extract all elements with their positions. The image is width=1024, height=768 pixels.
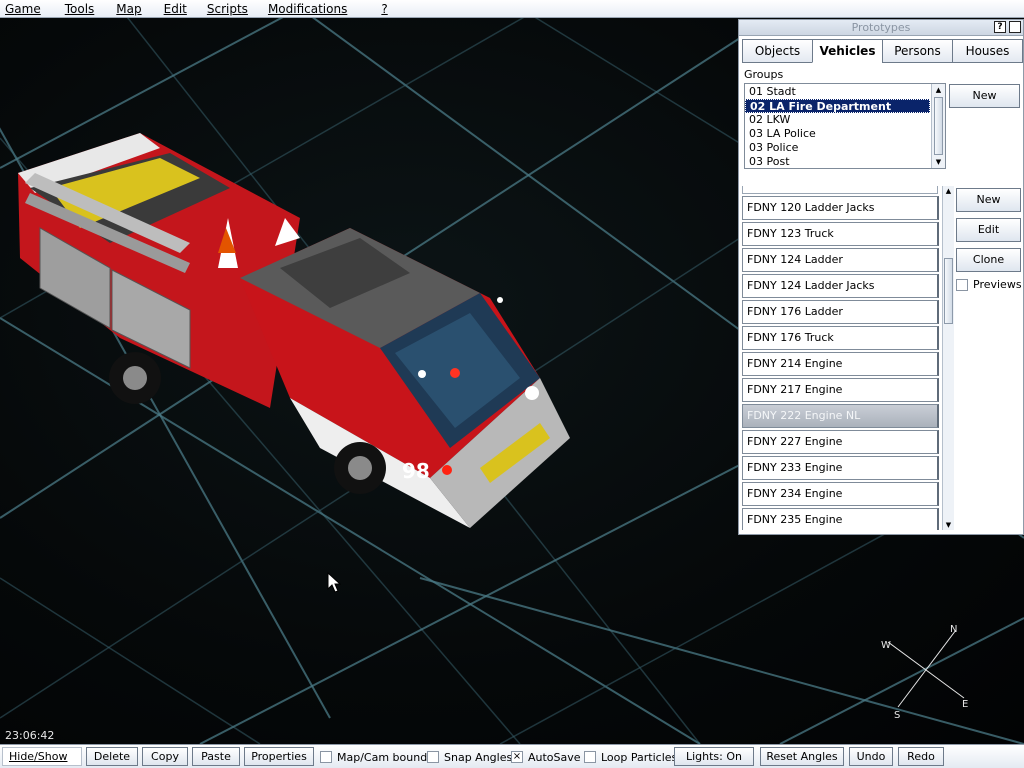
vehicle-item-selected[interactable]: FDNY 222 Engine NL <box>742 404 939 428</box>
bottom-toolbar: Hide/Show Delete Copy Paste Properties M… <box>0 744 1024 768</box>
mouse-cursor-icon <box>327 572 341 593</box>
menu-help[interactable]: ? <box>375 0 393 18</box>
group-item[interactable]: 03 Police <box>745 141 930 155</box>
scroll-down-icon[interactable]: ▼ <box>932 156 945 168</box>
vehicle-item[interactable]: FDNY 176 Ladder <box>742 300 939 324</box>
group-item[interactable]: 01 Stadt <box>745 85 930 99</box>
tab-vehicles[interactable]: Vehicles <box>812 39 883 63</box>
panel-title-bar[interactable]: Prototypes ? <box>739 20 1023 36</box>
compass-s: S <box>894 710 900 721</box>
groups-label: Groups <box>744 68 784 81</box>
undo-button[interactable]: Undo <box>849 747 893 766</box>
vehicles-list[interactable]: FDNY 120 Ladder Jacks FDNY 123 Truck FDN… <box>742 186 954 530</box>
previews-label: Previews <box>973 278 1022 291</box>
compass-w: W <box>881 640 891 651</box>
edit-vehicle-button[interactable]: Edit <box>956 218 1021 242</box>
vehicle-item[interactable]: FDNY 227 Engine <box>742 430 939 454</box>
autosave-label: AutoSave <box>528 750 581 764</box>
hide-show-button[interactable]: Hide/Show <box>2 747 82 766</box>
vehicle-item[interactable]: FDNY 214 Engine <box>742 352 939 376</box>
snap-angles-checkbox[interactable] <box>427 751 439 763</box>
copy-button[interactable]: Copy <box>142 747 188 766</box>
vehicle-item[interactable]: FDNY 235 Engine <box>742 508 939 530</box>
delete-button[interactable]: Delete <box>86 747 138 766</box>
vehicle-item[interactable]: FDNY 176 Truck <box>742 326 939 350</box>
menu-game[interactable]: Game <box>0 0 47 18</box>
clone-vehicle-button[interactable]: Clone <box>956 248 1021 272</box>
previews-checkbox[interactable] <box>956 278 968 291</box>
groups-list[interactable]: 01 Stadt 02 LA Fire Department 02 LKW 03… <box>744 83 946 169</box>
map-cam-bounds-toggle[interactable]: Map/Cam bounds <box>320 748 433 766</box>
menu-bar: Game Tools Map Edit Scripts Modification… <box>0 0 1024 18</box>
tab-objects[interactable]: Objects <box>742 39 813 63</box>
groups-scrollbar[interactable]: ▲ ▼ <box>931 84 945 168</box>
prototypes-panel: Prototypes ? Objects Vehicles Persons Ho… <box>738 19 1024 535</box>
close-window-button[interactable] <box>1009 21 1021 33</box>
scroll-up-icon[interactable]: ▲ <box>943 186 954 196</box>
menu-tools[interactable]: Tools <box>59 0 101 18</box>
loop-particles-checkbox[interactable] <box>584 751 596 763</box>
vehicles-scroll-thumb[interactable] <box>944 258 953 324</box>
panel-title: Prototypes <box>851 21 911 34</box>
group-item-selected[interactable]: 02 LA Fire Department <box>745 99 930 113</box>
autosave-checkbox[interactable]: × <box>511 751 523 763</box>
prototype-tabs: Objects Vehicles Persons Houses <box>742 39 1023 63</box>
fire-truck-model[interactable]: 98 <box>0 78 600 598</box>
menu-scripts[interactable]: Scripts <box>201 0 254 18</box>
loop-particles-label: Loop Particles <box>601 750 678 764</box>
snap-angles-toggle[interactable]: Snap Angles <box>427 748 512 766</box>
group-item[interactable]: 03 Post <box>745 155 930 168</box>
vehicle-item[interactable]: FDNY 120 Ladder Jacks <box>742 196 939 220</box>
tab-persons[interactable]: Persons <box>882 39 953 63</box>
paste-button[interactable]: Paste <box>192 747 240 766</box>
autosave-toggle[interactable]: × AutoSave <box>511 748 581 766</box>
help-button[interactable]: ? <box>994 21 1006 33</box>
loop-particles-toggle[interactable]: Loop Particles <box>584 748 677 766</box>
new-group-button[interactable]: New <box>949 84 1020 108</box>
groups-scroll-thumb[interactable] <box>934 97 943 155</box>
vehicle-item[interactable]: FDNY 234 Engine <box>742 482 939 506</box>
compass: N E S W <box>881 624 968 721</box>
compass-n: N <box>950 624 957 635</box>
group-item[interactable]: 02 LKW <box>745 113 930 127</box>
vehicle-item[interactable]: FDNY 123 Truck <box>742 222 939 246</box>
vehicle-item[interactable]: FDNY 124 Ladder Jacks <box>742 274 939 298</box>
lights-toggle-button[interactable]: Lights: On <box>674 747 754 766</box>
snap-angles-label: Snap Angles <box>444 750 513 764</box>
compass-e: E <box>962 699 968 710</box>
truck-number: 98 <box>402 459 430 483</box>
properties-button[interactable]: Properties <box>244 747 314 766</box>
vehicle-item[interactable]: FDNY 217 Engine <box>742 378 939 402</box>
vehicles-scrollbar[interactable]: ▲ ▼ <box>942 186 954 530</box>
menu-map[interactable]: Map <box>110 0 147 18</box>
game-clock: 23:06:42 <box>5 729 55 742</box>
reset-angles-button[interactable]: Reset Angles <box>760 747 844 766</box>
new-vehicle-button[interactable]: New <box>956 188 1021 212</box>
tab-houses[interactable]: Houses <box>952 39 1023 63</box>
scroll-up-icon[interactable]: ▲ <box>932 84 945 96</box>
previews-toggle[interactable]: Previews <box>956 278 1022 291</box>
menu-edit[interactable]: Edit <box>158 0 193 18</box>
vehicle-item[interactable]: FDNY 233 Engine <box>742 456 939 480</box>
map-cam-bounds-label: Map/Cam bounds <box>337 750 433 764</box>
scroll-down-icon[interactable]: ▼ <box>943 520 954 530</box>
vehicle-item[interactable]: FDNY 124 Ladder <box>742 248 939 272</box>
menu-modifications[interactable]: Modifications <box>262 0 353 18</box>
group-item[interactable]: 03 LA Police <box>745 127 930 141</box>
map-cam-bounds-checkbox[interactable] <box>320 751 332 763</box>
redo-button[interactable]: Redo <box>898 747 944 766</box>
